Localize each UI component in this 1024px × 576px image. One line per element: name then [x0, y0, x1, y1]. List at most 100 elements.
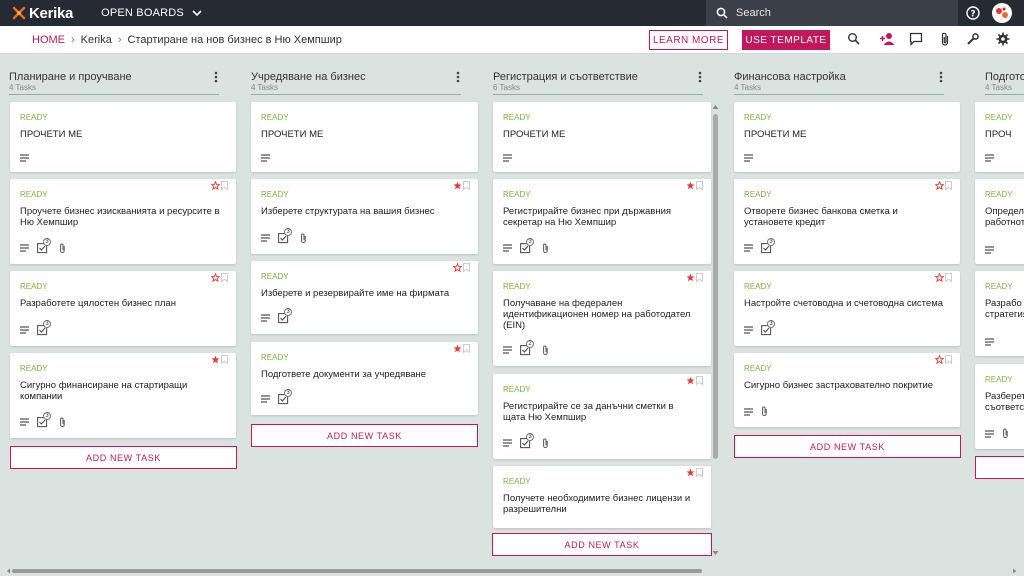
add-new-task-button[interactable]	[975, 456, 1024, 479]
column-title[interactable]: Регистрация и съответствие	[493, 71, 638, 83]
gear-icon[interactable]	[996, 32, 1010, 46]
bookmark-icon[interactable]	[945, 181, 952, 190]
bookmark-icon[interactable]	[696, 468, 703, 477]
description-icon	[985, 246, 994, 254]
bookmark-icon[interactable]	[945, 355, 952, 364]
star-filled-icon[interactable]	[453, 181, 462, 190]
column-title[interactable]: Финансова настройка	[734, 71, 846, 83]
learn-more-button[interactable]: LEARN MORE	[649, 30, 728, 50]
description-icon	[261, 234, 270, 242]
board-horizontal-scrollbar[interactable]	[6, 568, 1018, 574]
bookmark-icon[interactable]	[945, 273, 952, 282]
task-card[interactable]: READY Подгответе документи за учредяване…	[251, 342, 478, 415]
task-card[interactable]: READY ПРОЧЕТИ МЕ	[493, 102, 711, 172]
task-card[interactable]: READY Сигурно финансиране на стартиращи …	[10, 353, 236, 438]
bookmark-icon[interactable]	[221, 273, 228, 282]
status-badge: READY	[503, 113, 531, 122]
description-icon	[503, 244, 512, 252]
breadcrumb-home[interactable]: HOME	[32, 34, 65, 46]
add-user-icon[interactable]	[879, 32, 895, 46]
column-scrollbar[interactable]	[712, 104, 719, 558]
star-outline-icon[interactable]	[211, 273, 220, 282]
star-outline-icon[interactable]	[211, 181, 220, 190]
task-card[interactable]: READY ПРОЧ	[975, 102, 1024, 172]
add-new-task-button[interactable]: ADD NEW TASK	[251, 424, 478, 447]
task-card[interactable]: READY Разрабо стратегия	[975, 271, 1024, 356]
status-badge: READY	[20, 282, 48, 291]
task-card[interactable]: READY Разберет съответст	[975, 364, 1024, 449]
chat-icon[interactable]	[909, 32, 923, 46]
add-new-task-button[interactable]: ADD NEW TASK	[734, 435, 961, 458]
task-card[interactable]: READY Получаване на федерален идентифика…	[493, 271, 711, 366]
star-filled-icon[interactable]	[686, 376, 695, 385]
task-title: Сигурно финансиране на стартиращи компан…	[20, 380, 188, 402]
status-badge: READY	[985, 282, 1013, 291]
checklist-icon: 3	[520, 238, 534, 254]
task-card[interactable]: READY Разработете цялостен бизнес план 3	[10, 271, 236, 346]
search-input[interactable]: Search	[736, 7, 771, 19]
star-outline-icon[interactable]	[935, 355, 944, 364]
task-card[interactable]: READY Настройте счетоводна и счетоводна …	[734, 271, 960, 346]
star-filled-icon[interactable]	[453, 344, 462, 353]
description-icon	[503, 154, 512, 162]
search-box[interactable]: Search	[706, 0, 958, 26]
more-vert-icon[interactable]	[456, 71, 460, 83]
board-header: HOME › Kerika › Стартиране на нов бизнес…	[0, 26, 1024, 54]
add-new-task-button[interactable]: ADD NEW TASK	[492, 533, 712, 556]
search-icon[interactable]	[847, 32, 860, 46]
task-card[interactable]: READY Определ работнот	[975, 179, 1024, 264]
task-card[interactable]: READY ПРОЧЕТИ МЕ	[251, 102, 478, 172]
task-card[interactable]: READY Сигурно бизнес застрахователно пок…	[734, 353, 960, 427]
description-icon	[744, 407, 753, 416]
more-vert-icon[interactable]	[698, 71, 702, 83]
star-outline-icon[interactable]	[935, 273, 944, 282]
star-filled-icon[interactable]	[211, 355, 220, 364]
breadcrumb-org[interactable]: Kerika	[81, 34, 112, 46]
avatar[interactable]	[992, 3, 1012, 23]
bookmark-icon[interactable]	[696, 273, 703, 282]
star-filled-icon[interactable]	[686, 468, 695, 477]
task-card[interactable]: READY ПРОЧЕТИ МЕ	[734, 102, 960, 172]
bookmark-icon[interactable]	[221, 355, 228, 364]
task-card[interactable]: READY Изберете и резервирайте име на фир…	[251, 261, 478, 334]
star-filled-icon[interactable]	[686, 181, 695, 190]
kerika-logo[interactable]: Kerika	[12, 5, 73, 22]
help-icon[interactable]: ?	[966, 6, 980, 20]
task-card[interactable]: READY Проучете бизнес изискванията и рес…	[10, 179, 236, 264]
task-title: ПРОЧЕТИ МЕ	[261, 129, 324, 140]
wrench-icon[interactable]	[966, 32, 980, 46]
attachment-icon	[1003, 428, 1008, 439]
task-card[interactable]: READY Регистрирайте бизнес при държавния…	[493, 179, 711, 264]
bookmark-icon[interactable]	[463, 181, 470, 190]
task-card[interactable]: READY ПРОЧЕТИ МЕ	[10, 102, 236, 172]
bookmark-icon[interactable]	[463, 344, 470, 353]
checklist-icon: 3	[761, 320, 775, 336]
status-badge: READY	[261, 190, 289, 199]
bookmark-icon[interactable]	[221, 181, 228, 190]
status-badge: READY	[503, 282, 531, 291]
star-filled-icon[interactable]	[686, 273, 695, 282]
bookmark-icon[interactable]	[696, 376, 703, 385]
bookmark-icon[interactable]	[463, 263, 470, 272]
more-vert-icon[interactable]	[939, 71, 943, 83]
task-card[interactable]: READY Регистрирайте се за данъчни сметки…	[493, 374, 711, 459]
column-title[interactable]: Планиране и проучване	[9, 71, 132, 83]
bookmark-icon[interactable]	[696, 181, 703, 190]
task-card[interactable]: READY Получете необходимите бизнес лицен…	[493, 466, 711, 528]
task-title: Подгответе документи за учредяване	[261, 369, 427, 380]
task-title: ПРОЧ	[985, 129, 1012, 140]
checklist-icon: 3	[761, 238, 775, 254]
add-new-task-button[interactable]: ADD NEW TASK	[10, 446, 237, 469]
attachment-icon[interactable]	[940, 32, 950, 47]
star-outline-icon[interactable]	[935, 181, 944, 190]
star-outline-icon[interactable]	[453, 263, 462, 272]
use-template-button[interactable]: USE TEMPLATE	[742, 30, 830, 50]
more-vert-icon[interactable]	[214, 71, 218, 83]
column-title[interactable]: Учредяване на бизнес	[251, 71, 366, 83]
task-card[interactable]: READY Изберете структурата на вашия бизн…	[251, 179, 478, 254]
open-boards-menu[interactable]: OPEN BOARDS	[101, 7, 202, 19]
column-title[interactable]: Подгото	[985, 71, 1024, 83]
task-card[interactable]: READY Отворете бизнес банкова сметка и у…	[734, 179, 960, 264]
status-badge: READY	[503, 477, 531, 486]
description-icon	[503, 346, 512, 354]
